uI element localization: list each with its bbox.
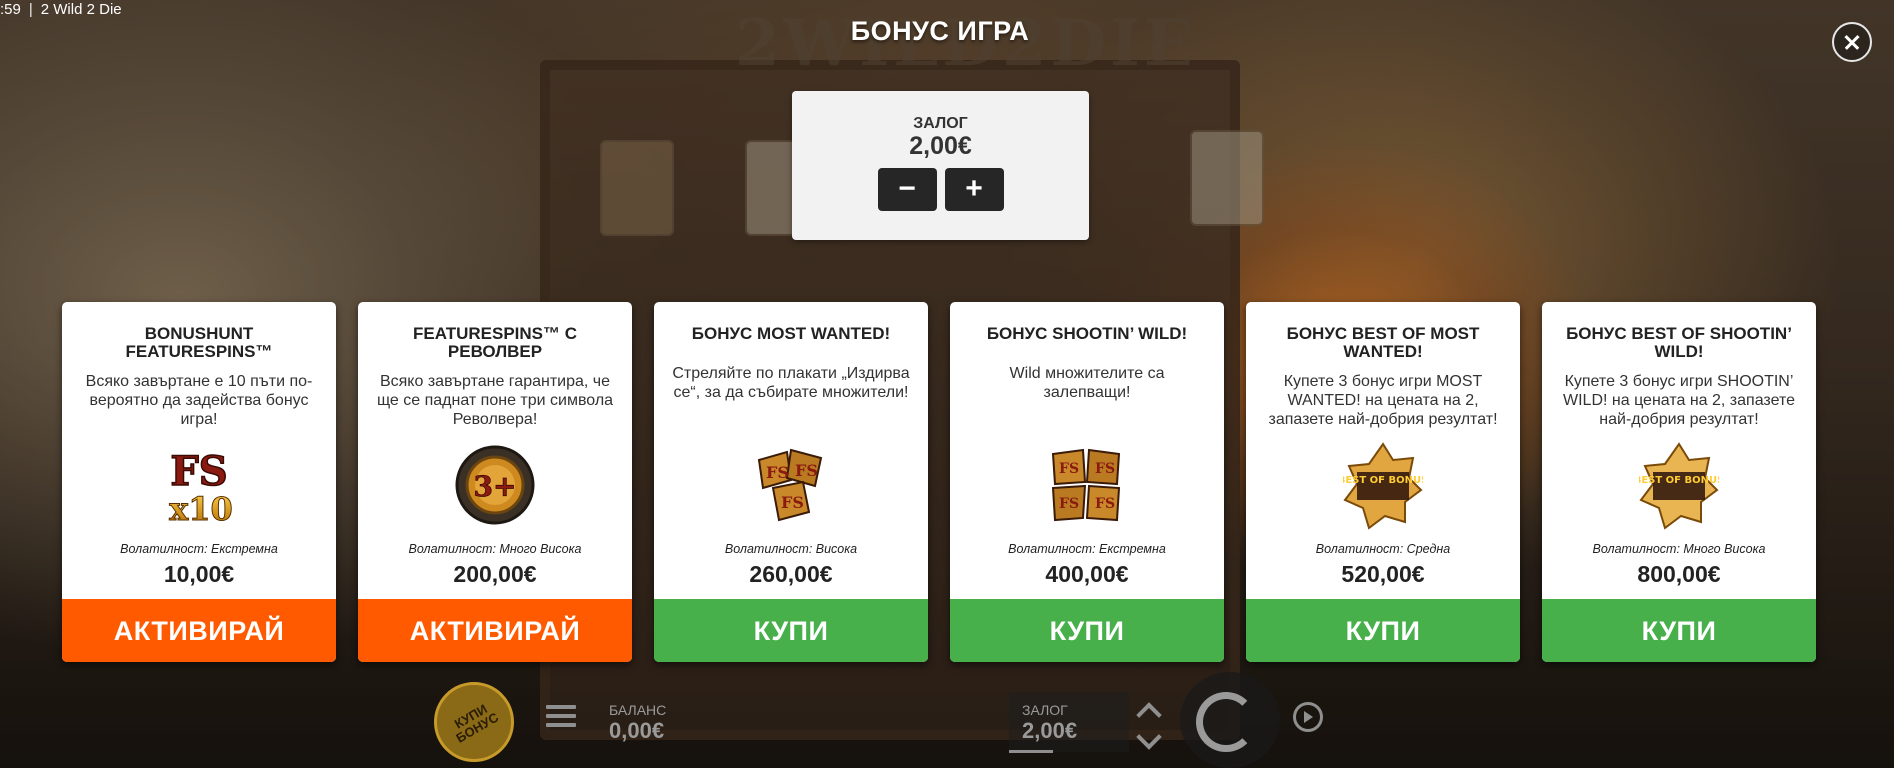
background-card: [1190, 130, 1264, 226]
bet-label: ЗАЛОГ: [913, 115, 968, 132]
svg-text:FS: FS: [781, 493, 804, 512]
svg-text:FS: FS: [1059, 461, 1079, 477]
card-volatility: Волатилност: Екстремна: [1008, 542, 1166, 556]
buy-bonus-button[interactable]: КУПИ БОНУС: [434, 682, 514, 762]
bonus-card-shootin-wild: БОНУС SHOOTIN’ WILD! Wild множителите са…: [950, 302, 1224, 662]
autoplay-icon[interactable]: [1293, 702, 1323, 732]
card-description: Wild множителите са залепващи!: [1009, 365, 1165, 401]
bottom-bet-label: ЗАЛОГ: [1022, 702, 1068, 718]
card-title: БОНУС BEST OF MOST WANTED!: [1286, 324, 1480, 361]
card-price: 400,00€: [1045, 561, 1129, 587]
card-volatility: Волатилност: Екстремна: [120, 542, 278, 556]
svg-text:3+: 3+: [474, 470, 517, 503]
close-icon[interactable]: [1832, 22, 1872, 62]
svg-text:x10: x10: [169, 490, 233, 528]
spin-icon: [1196, 692, 1256, 752]
best-of-bonus-icon: BEST OF BONUS: [1343, 442, 1423, 530]
card-volatility: Волатилност: Средна: [1315, 542, 1451, 556]
balance-label: БАЛАНС: [609, 702, 667, 718]
card-title: FEATURESPINS™ С РЕВОЛВЕР: [412, 324, 578, 361]
buy-button[interactable]: КУПИ: [654, 599, 928, 662]
bonus-card-featurespins-revolver: FEATURESPINS™ С РЕВОЛВЕР Всяко завъртане…: [358, 302, 632, 662]
background-card: [600, 140, 674, 236]
card-price: 200,00€: [453, 561, 537, 587]
bonus-card-bonushunt: BONUSHUNT FEATURESPINS™ Всяко завъртане …: [62, 302, 336, 662]
card-description: Стреляйте по плакати „Издирва се“, за да…: [672, 365, 910, 401]
menu-icon[interactable]: [546, 705, 576, 731]
card-price: 520,00€: [1341, 561, 1425, 587]
most-wanted-icon: FS FS FS: [757, 448, 823, 522]
activate-button[interactable]: АКТИВИРАЙ: [62, 599, 336, 662]
svg-text:BEST OF BONUS: BEST OF BONUS: [1639, 475, 1719, 486]
bonus-card-best-of-most-wanted: БОНУС BEST OF MOST WANTED! Купете 3 бону…: [1246, 302, 1520, 662]
bonus-cards: BONUSHUNT FEATURESPINS™ Всяко завъртане …: [62, 302, 1820, 662]
fs-x10-icon: FS x10: [169, 447, 234, 528]
svg-text:FS: FS: [795, 461, 818, 480]
buy-button[interactable]: КУПИ: [1542, 599, 1816, 662]
revolver-3plus-icon: 3+: [455, 445, 535, 525]
card-title: BONUSHUNT FEATURESPINS™: [125, 324, 273, 361]
card-description: Купете 3 бонус игри SHOOTIN’ WILD! на це…: [1563, 373, 1795, 428]
card-description: Всяко завъртане гарантира, че ще се падн…: [376, 373, 614, 428]
increase-bet-button[interactable]: +: [944, 168, 1004, 211]
spin-button[interactable]: [1180, 672, 1280, 768]
bonus-card-best-of-shootin-wild: БОНУС BEST OF SHOOTIN’ WILD! Купете 3 бо…: [1542, 302, 1816, 662]
bet-value: 2,00€: [909, 132, 972, 160]
card-description: Купете 3 бонус игри MOST WANTED! на цена…: [1268, 373, 1498, 428]
dialog-title: БОНУС ИГРА: [850, 16, 1030, 46]
svg-text:FS: FS: [1095, 496, 1115, 512]
best-of-bonus-icon: BEST OF BONUS: [1639, 442, 1719, 530]
decrease-bet-button[interactable]: −: [877, 168, 937, 211]
card-price: 260,00€: [749, 561, 833, 587]
card-price: 800,00€: [1637, 561, 1721, 587]
bet-display: ЗАЛОГ 2,00€: [1022, 702, 1077, 744]
bet-underline: [1009, 750, 1053, 753]
activate-button[interactable]: АКТИВИРАЙ: [358, 599, 632, 662]
card-description: Всяко завъртане е 10 пъти по-вероятно да…: [85, 373, 313, 428]
bet-arrows[interactable]: [1136, 698, 1164, 752]
svg-text:FS: FS: [1059, 496, 1079, 512]
bet-panel: ЗАЛОГ 2,00€ − +: [792, 91, 1089, 240]
bottom-bet-value: 2,00€: [1022, 718, 1078, 743]
card-price: 10,00€: [163, 561, 235, 587]
svg-text:FS: FS: [766, 463, 789, 482]
card-volatility: Волатилност: Много Висока: [1592, 542, 1766, 556]
shootin-wild-icon: FS FS FS FS: [1051, 448, 1121, 522]
bottom-bar: КУПИ БОНУС БАЛАНС 0,00€ ЗАЛОГ 2,00€: [0, 672, 1894, 768]
buy-bonus-label: КУПИ БОНУС: [451, 701, 502, 746]
card-title: БОНУС MOST WANTED!: [691, 324, 891, 343]
bet-controls: − +: [792, 168, 1089, 211]
buy-button[interactable]: КУПИ: [1246, 599, 1520, 662]
card-title: БОНУС SHOOTIN’ WILD!: [986, 324, 1188, 343]
balance-value: 0,00€: [609, 718, 665, 743]
chevron-down-icon[interactable]: [1136, 724, 1162, 750]
card-volatility: Волатилност: Висока: [724, 542, 858, 556]
bonus-card-most-wanted: БОНУС MOST WANTED! Стреляйте по плакати …: [654, 302, 928, 662]
svg-text:FS: FS: [1095, 461, 1115, 477]
buy-button[interactable]: КУПИ: [950, 599, 1224, 662]
card-volatility: Волатилност: Много Висока: [408, 542, 582, 556]
balance-display: БАЛАНС 0,00€: [609, 702, 666, 744]
svg-text:BEST OF BONUS: BEST OF BONUS: [1343, 475, 1423, 486]
svg-text:FS: FS: [170, 448, 227, 495]
card-title: БОНУС BEST OF SHOOTIN’ WILD!: [1566, 324, 1792, 361]
